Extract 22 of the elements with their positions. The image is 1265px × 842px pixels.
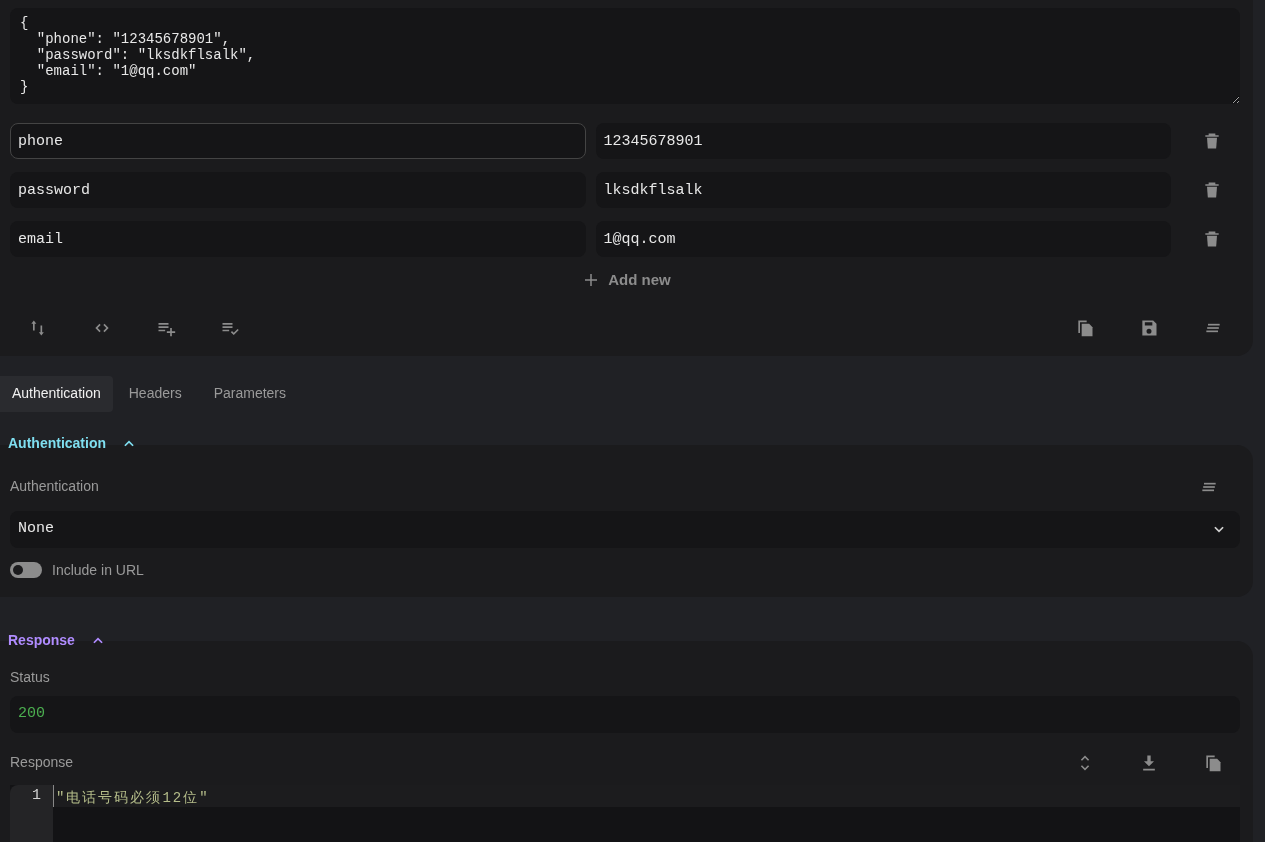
section-title: Authentication (8, 434, 106, 453)
tab[interactable]: Headers (112, 375, 198, 412)
authentication-select[interactable]: None (10, 510, 1240, 548)
add-new-button[interactable]: Add new (582, 269, 671, 292)
tab[interactable]: Authentication (0, 375, 113, 412)
status-field: 200 (10, 695, 1240, 733)
field-label: Response (10, 753, 74, 772)
toggle-switch[interactable] (10, 562, 42, 578)
code-line: "电话号码必须12位" (56, 789, 210, 806)
section-title: Response (8, 631, 75, 650)
key-field[interactable]: password (10, 172, 586, 208)
json-editor[interactable]: { "phone": "12345678901", "password": "lksdkflsalk", "email": "1@qq.com" } (10, 8, 1240, 104)
toggle-label: Include in URL (52, 560, 144, 580)
field-label: Status (10, 667, 51, 687)
key-field[interactable]: phone (10, 123, 586, 159)
field-label: Authentication (10, 477, 99, 496)
value-field[interactable]: lksdkflsalk (595, 172, 1172, 208)
value-field[interactable]: 12345678901 (595, 123, 1172, 159)
tab[interactable]: Parameters (197, 375, 302, 412)
line-number: 1 (31, 785, 42, 806)
key-field[interactable]: email (10, 221, 586, 257)
value-field[interactable]: 1@qq.com (595, 221, 1172, 257)
